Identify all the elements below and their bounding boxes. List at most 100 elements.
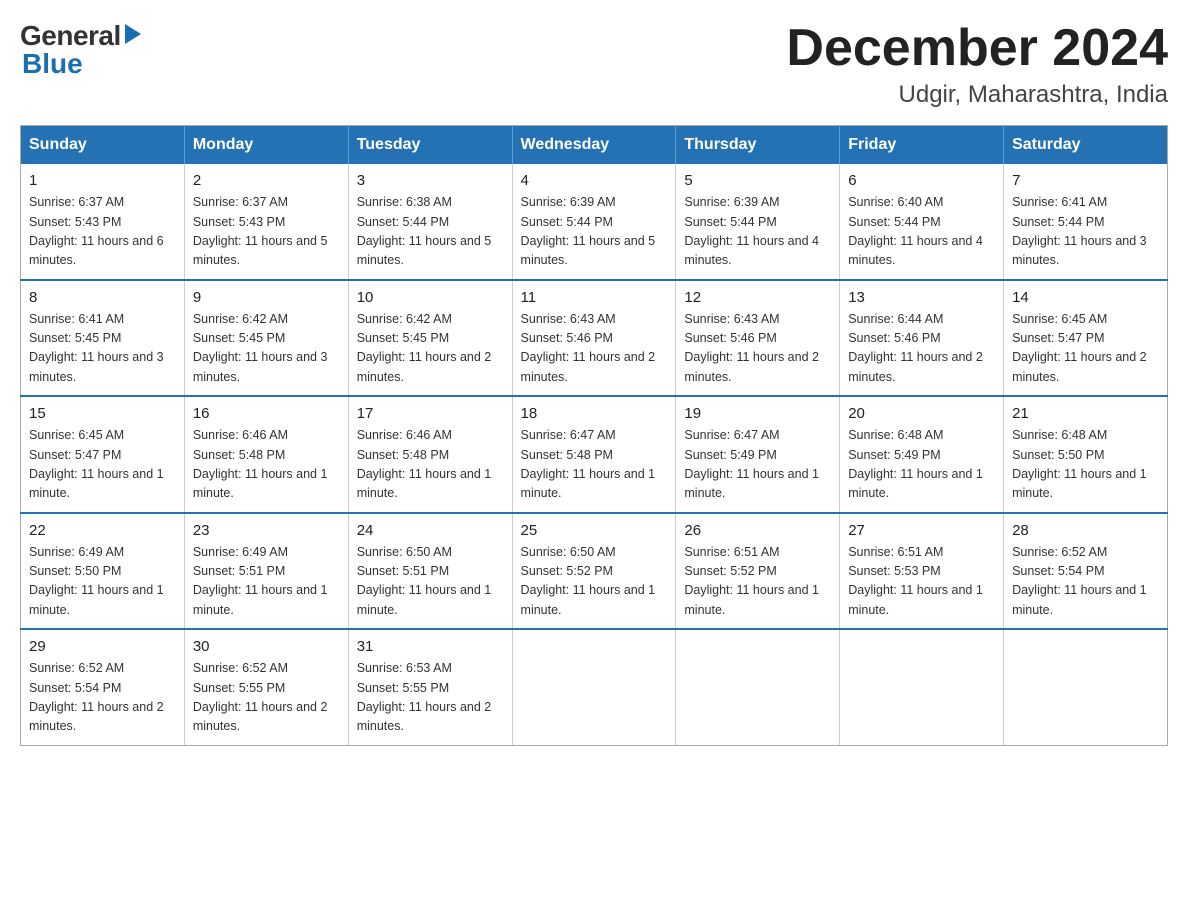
week-row-4: 22 Sunrise: 6:49 AMSunset: 5:50 PMDayligh… <box>21 513 1168 630</box>
day-info: Sunrise: 6:47 AMSunset: 5:48 PMDaylight:… <box>521 426 668 504</box>
day-info: Sunrise: 6:38 AMSunset: 5:44 PMDaylight:… <box>357 193 504 271</box>
header-day-tuesday: Tuesday <box>348 126 512 165</box>
day-cell: 12Sunrise: 6:43 AMSunset: 5:46 PMDayligh… <box>676 280 840 397</box>
day-number: 15 <box>29 405 176 422</box>
day-cell: 17Sunrise: 6:46 AMSunset: 5:48 PMDayligh… <box>348 396 512 513</box>
day-cell <box>676 629 840 745</box>
day-number: 29 <box>29 638 176 655</box>
day-info: Sunrise: 6:45 AMSunset: 5:47 PMDaylight:… <box>29 426 176 504</box>
day-info: Sunrise: 6:49 AMSunset: 5:50 PMDaylight:… <box>29 543 176 621</box>
logo-blue-text: Blue <box>22 48 83 80</box>
day-info: Sunrise: 6:52 AMSunset: 5:55 PMDaylight:… <box>193 659 340 737</box>
day-info: Sunrise: 6:50 AMSunset: 5:51 PMDaylight:… <box>357 543 504 621</box>
day-info: Sunrise: 6:44 AMSunset: 5:46 PMDaylight:… <box>848 310 995 388</box>
day-number: 13 <box>848 289 995 306</box>
day-number: 22 <box>29 522 176 539</box>
day-info: Sunrise: 6:41 AMSunset: 5:44 PMDaylight:… <box>1012 193 1159 271</box>
header-day-monday: Monday <box>184 126 348 165</box>
day-number: 7 <box>1012 172 1159 189</box>
logo-triangle-icon <box>125 24 141 44</box>
day-info: Sunrise: 6:46 AMSunset: 5:48 PMDaylight:… <box>193 426 340 504</box>
day-number: 19 <box>684 405 831 422</box>
week-row-2: 8Sunrise: 6:41 AMSunset: 5:45 PMDaylight… <box>21 280 1168 397</box>
day-cell: 7 Sunrise: 6:41 AMSunset: 5:44 PMDaylight… <box>1004 164 1168 280</box>
day-cell: 27Sunrise: 6:51 AMSunset: 5:53 PMDayligh… <box>840 513 1004 630</box>
day-cell <box>512 629 676 745</box>
day-cell: 2 Sunrise: 6:37 AMSunset: 5:43 PMDaylight… <box>184 164 348 280</box>
day-info: Sunrise: 6:39 AMSunset: 5:44 PMDaylight:… <box>521 193 668 271</box>
header-day-thursday: Thursday <box>676 126 840 165</box>
day-number: 9 <box>193 289 340 306</box>
day-info: Sunrise: 6:37 AMSunset: 5:43 PMDaylight:… <box>193 193 340 271</box>
day-cell: 13 Sunrise: 6:44 AMSunset: 5:46 PMDayligh… <box>840 280 1004 397</box>
day-info: Sunrise: 6:52 AMSunset: 5:54 PMDaylight:… <box>29 659 176 737</box>
day-info: Sunrise: 6:51 AMSunset: 5:52 PMDaylight:… <box>684 543 831 621</box>
day-number: 17 <box>357 405 504 422</box>
day-cell <box>840 629 1004 745</box>
calendar-header: SundayMondayTuesdayWednesdayThursdayFrid… <box>21 126 1168 165</box>
day-info: Sunrise: 6:53 AMSunset: 5:55 PMDaylight:… <box>357 659 504 737</box>
day-info: Sunrise: 6:39 AMSunset: 5:44 PMDaylight:… <box>684 193 831 271</box>
day-cell: 4 Sunrise: 6:39 AMSunset: 5:44 PMDaylight… <box>512 164 676 280</box>
day-number: 8 <box>29 289 176 306</box>
day-number: 1 <box>29 172 176 189</box>
calendar-body: 1 Sunrise: 6:37 AMSunset: 5:43 PMDaylight… <box>21 164 1168 745</box>
day-info: Sunrise: 6:52 AMSunset: 5:54 PMDaylight:… <box>1012 543 1159 621</box>
day-cell: 10 Sunrise: 6:42 AMSunset: 5:45 PMDayligh… <box>348 280 512 397</box>
day-cell: 20Sunrise: 6:48 AMSunset: 5:49 PMDayligh… <box>840 396 1004 513</box>
day-number: 20 <box>848 405 995 422</box>
day-cell: 8Sunrise: 6:41 AMSunset: 5:45 PMDaylight… <box>21 280 185 397</box>
day-cell: 16 Sunrise: 6:46 AMSunset: 5:48 PMDayligh… <box>184 396 348 513</box>
day-number: 2 <box>193 172 340 189</box>
day-cell: 3 Sunrise: 6:38 AMSunset: 5:44 PMDaylight… <box>348 164 512 280</box>
day-number: 10 <box>357 289 504 306</box>
day-number: 5 <box>684 172 831 189</box>
logo: General Blue <box>20 20 141 80</box>
header-day-friday: Friday <box>840 126 1004 165</box>
header-day-sunday: Sunday <box>21 126 185 165</box>
day-cell: 19Sunrise: 6:47 AMSunset: 5:49 PMDayligh… <box>676 396 840 513</box>
header-day-saturday: Saturday <box>1004 126 1168 165</box>
day-cell: 6 Sunrise: 6:40 AMSunset: 5:44 PMDaylight… <box>840 164 1004 280</box>
day-info: Sunrise: 6:43 AMSunset: 5:46 PMDaylight:… <box>521 310 668 388</box>
day-number: 28 <box>1012 522 1159 539</box>
day-number: 6 <box>848 172 995 189</box>
day-number: 26 <box>684 522 831 539</box>
day-cell <box>1004 629 1168 745</box>
day-info: Sunrise: 6:45 AMSunset: 5:47 PMDaylight:… <box>1012 310 1159 388</box>
page-header: General Blue December 2024 Udgir, Mahara… <box>20 20 1168 109</box>
header-row: SundayMondayTuesdayWednesdayThursdayFrid… <box>21 126 1168 165</box>
day-cell: 30 Sunrise: 6:52 AMSunset: 5:55 PMDayligh… <box>184 629 348 745</box>
week-row-3: 15 Sunrise: 6:45 AMSunset: 5:47 PMDayligh… <box>21 396 1168 513</box>
day-cell: 28 Sunrise: 6:52 AMSunset: 5:54 PMDayligh… <box>1004 513 1168 630</box>
day-number: 18 <box>521 405 668 422</box>
day-number: 21 <box>1012 405 1159 422</box>
title-block: December 2024 Udgir, Maharashtra, India <box>786 20 1168 109</box>
day-number: 3 <box>357 172 504 189</box>
day-number: 4 <box>521 172 668 189</box>
day-number: 23 <box>193 522 340 539</box>
day-info: Sunrise: 6:48 AMSunset: 5:50 PMDaylight:… <box>1012 426 1159 504</box>
day-info: Sunrise: 6:40 AMSunset: 5:44 PMDaylight:… <box>848 193 995 271</box>
day-number: 12 <box>684 289 831 306</box>
day-cell: 22 Sunrise: 6:49 AMSunset: 5:50 PMDayligh… <box>21 513 185 630</box>
day-cell: 24 Sunrise: 6:50 AMSunset: 5:51 PMDayligh… <box>348 513 512 630</box>
week-row-1: 1 Sunrise: 6:37 AMSunset: 5:43 PMDaylight… <box>21 164 1168 280</box>
day-cell: 11Sunrise: 6:43 AMSunset: 5:46 PMDayligh… <box>512 280 676 397</box>
day-cell: 5 Sunrise: 6:39 AMSunset: 5:44 PMDaylight… <box>676 164 840 280</box>
location-title: Udgir, Maharashtra, India <box>786 81 1168 109</box>
day-number: 16 <box>193 405 340 422</box>
header-day-wednesday: Wednesday <box>512 126 676 165</box>
day-cell: 26 Sunrise: 6:51 AMSunset: 5:52 PMDayligh… <box>676 513 840 630</box>
day-number: 30 <box>193 638 340 655</box>
day-cell: 21 Sunrise: 6:48 AMSunset: 5:50 PMDayligh… <box>1004 396 1168 513</box>
day-info: Sunrise: 6:50 AMSunset: 5:52 PMDaylight:… <box>521 543 668 621</box>
day-info: Sunrise: 6:51 AMSunset: 5:53 PMDaylight:… <box>848 543 995 621</box>
calendar-table: SundayMondayTuesdayWednesdayThursdayFrid… <box>20 125 1168 746</box>
day-number: 24 <box>357 522 504 539</box>
day-info: Sunrise: 6:37 AMSunset: 5:43 PMDaylight:… <box>29 193 176 271</box>
day-cell: 15 Sunrise: 6:45 AMSunset: 5:47 PMDayligh… <box>21 396 185 513</box>
day-info: Sunrise: 6:42 AMSunset: 5:45 PMDaylight:… <box>357 310 504 388</box>
day-info: Sunrise: 6:42 AMSunset: 5:45 PMDaylight:… <box>193 310 340 388</box>
day-cell: 1 Sunrise: 6:37 AMSunset: 5:43 PMDaylight… <box>21 164 185 280</box>
